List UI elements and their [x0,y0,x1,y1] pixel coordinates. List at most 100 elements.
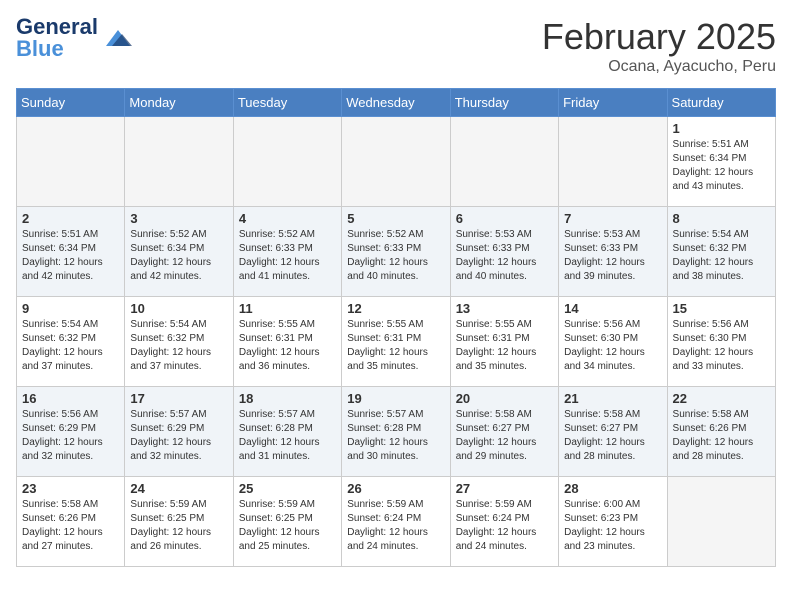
calendar-cell: 12 Sunrise: 5:55 AM Sunset: 6:31 PM Dayli… [342,297,450,387]
day-number: 7 [564,211,661,226]
calendar-cell: 19 Sunrise: 5:57 AM Sunset: 6:28 PM Dayli… [342,387,450,477]
calendar-cell: 5 Sunrise: 5:52 AM Sunset: 6:33 PM Daylig… [342,207,450,297]
calendar-cell [667,477,775,567]
calendar-cell: 9 Sunrise: 5:54 AM Sunset: 6:32 PM Daylig… [17,297,125,387]
day-info: Sunrise: 5:58 AM Sunset: 6:27 PM Dayligh… [456,408,553,464]
calendar-cell [559,117,667,207]
logo-blue-text: Blue [16,36,64,61]
calendar-header-row: SundayMondayTuesdayWednesdayThursdayFrid… [17,89,776,117]
title-area: February 2025 Ocana, Ayacucho, Peru [542,16,776,76]
day-info: Sunrise: 5:56 AM Sunset: 6:30 PM Dayligh… [564,318,661,374]
calendar-week-4: 16Sunrise: 5:56 AM Sunset: 6:29 PM Dayli… [17,387,776,477]
day-info: Sunrise: 5:52 AM Sunset: 6:34 PM Dayligh… [130,228,227,284]
day-info: Sunrise: 5:53 AM Sunset: 6:33 PM Dayligh… [456,228,553,284]
day-info: Sunrise: 5:51 AM Sunset: 6:34 PM Dayligh… [673,138,770,194]
weekday-header-tuesday: Tuesday [233,89,341,117]
calendar-cell: 23 Sunrise: 5:58 AM Sunset: 6:26 PM Dayli… [17,477,125,567]
day-info: Sunrise: 6:00 AM Sunset: 6:23 PM Dayligh… [564,498,661,554]
day-number: 18 [239,391,336,406]
day-info: Sunrise: 5:59 AM Sunset: 6:24 PM Dayligh… [347,498,444,554]
day-number: 21 [564,391,661,406]
calendar-cell: 8 Sunrise: 5:54 AM Sunset: 6:32 PM Daylig… [667,207,775,297]
day-number: 23 [22,481,119,496]
day-number: 14 [564,301,661,316]
day-number: 22 [673,391,770,406]
calendar-week-2: 2Sunrise: 5:51 AM Sunset: 6:34 PM Daylig… [17,207,776,297]
day-info: Sunrise: 5:54 AM Sunset: 6:32 PM Dayligh… [130,318,227,374]
day-number: 6 [456,211,553,226]
calendar-cell: 25Sunrise: 5:59 AM Sunset: 6:25 PM Dayli… [233,477,341,567]
calendar-cell [125,117,233,207]
day-info: Sunrise: 5:57 AM Sunset: 6:28 PM Dayligh… [239,408,336,464]
day-info: Sunrise: 5:58 AM Sunset: 6:26 PM Dayligh… [22,498,119,554]
day-info: Sunrise: 5:51 AM Sunset: 6:34 PM Dayligh… [22,228,119,284]
day-info: Sunrise: 5:52 AM Sunset: 6:33 PM Dayligh… [239,228,336,284]
day-info: Sunrise: 5:59 AM Sunset: 6:24 PM Dayligh… [456,498,553,554]
calendar-cell: 27 Sunrise: 5:59 AM Sunset: 6:24 PM Dayli… [450,477,558,567]
calendar-cell: 2Sunrise: 5:51 AM Sunset: 6:34 PM Daylig… [17,207,125,297]
day-number: 28 [564,481,661,496]
day-info: Sunrise: 5:55 AM Sunset: 6:31 PM Dayligh… [456,318,553,374]
logo-text: General Blue [16,16,98,60]
calendar-table: SundayMondayTuesdayWednesdayThursdayFrid… [16,88,776,567]
month-title: February 2025 [542,16,776,58]
weekday-header-thursday: Thursday [450,89,558,117]
calendar-cell: 18 Sunrise: 5:57 AM Sunset: 6:28 PM Dayli… [233,387,341,477]
calendar-cell: 15 Sunrise: 5:56 AM Sunset: 6:30 PM Dayli… [667,297,775,387]
location: Ocana, Ayacucho, Peru [542,58,776,76]
day-number: 19 [347,391,444,406]
day-number: 10 [130,301,227,316]
day-info: Sunrise: 5:56 AM Sunset: 6:29 PM Dayligh… [22,408,119,464]
day-number: 3 [130,211,227,226]
day-info: Sunrise: 5:55 AM Sunset: 6:31 PM Dayligh… [239,318,336,374]
calendar-cell [17,117,125,207]
calendar-cell: 20 Sunrise: 5:58 AM Sunset: 6:27 PM Dayli… [450,387,558,477]
day-info: Sunrise: 5:58 AM Sunset: 6:27 PM Dayligh… [564,408,661,464]
day-number: 13 [456,301,553,316]
day-number: 1 [673,121,770,136]
day-number: 8 [673,211,770,226]
day-number: 5 [347,211,444,226]
calendar-cell [342,117,450,207]
calendar-cell: 28 Sunrise: 6:00 AM Sunset: 6:23 PM Dayli… [559,477,667,567]
calendar-cell: 22 Sunrise: 5:58 AM Sunset: 6:26 PM Dayli… [667,387,775,477]
weekday-header-monday: Monday [125,89,233,117]
day-info: Sunrise: 5:59 AM Sunset: 6:25 PM Dayligh… [130,498,227,554]
calendar-cell: 7 Sunrise: 5:53 AM Sunset: 6:33 PM Daylig… [559,207,667,297]
calendar-cell: 13 Sunrise: 5:55 AM Sunset: 6:31 PM Dayli… [450,297,558,387]
day-number: 12 [347,301,444,316]
logo: General Blue [16,16,134,60]
day-info: Sunrise: 5:57 AM Sunset: 6:28 PM Dayligh… [347,408,444,464]
day-info: Sunrise: 5:56 AM Sunset: 6:30 PM Dayligh… [673,318,770,374]
day-info: Sunrise: 5:53 AM Sunset: 6:33 PM Dayligh… [564,228,661,284]
calendar-week-3: 9 Sunrise: 5:54 AM Sunset: 6:32 PM Daylig… [17,297,776,387]
calendar-cell: 6 Sunrise: 5:53 AM Sunset: 6:33 PM Daylig… [450,207,558,297]
weekday-header-wednesday: Wednesday [342,89,450,117]
day-number: 11 [239,301,336,316]
calendar-cell: 21 Sunrise: 5:58 AM Sunset: 6:27 PM Dayli… [559,387,667,477]
calendar-cell: 26Sunrise: 5:59 AM Sunset: 6:24 PM Dayli… [342,477,450,567]
calendar-cell: 10 Sunrise: 5:54 AM Sunset: 6:32 PM Dayli… [125,297,233,387]
day-info: Sunrise: 5:55 AM Sunset: 6:31 PM Dayligh… [347,318,444,374]
weekday-header-sunday: Sunday [17,89,125,117]
calendar-cell: 14 Sunrise: 5:56 AM Sunset: 6:30 PM Dayli… [559,297,667,387]
day-number: 15 [673,301,770,316]
day-info: Sunrise: 5:52 AM Sunset: 6:33 PM Dayligh… [347,228,444,284]
calendar-cell: 4 Sunrise: 5:52 AM Sunset: 6:33 PM Daylig… [233,207,341,297]
day-info: Sunrise: 5:54 AM Sunset: 6:32 PM Dayligh… [673,228,770,284]
day-number: 24 [130,481,227,496]
calendar-cell [450,117,558,207]
calendar-cell: 24 Sunrise: 5:59 AM Sunset: 6:25 PM Dayli… [125,477,233,567]
weekday-header-friday: Friday [559,89,667,117]
day-number: 27 [456,481,553,496]
day-info: Sunrise: 5:58 AM Sunset: 6:26 PM Dayligh… [673,408,770,464]
day-number: 20 [456,391,553,406]
calendar-cell [233,117,341,207]
logo-icon [102,26,134,50]
day-number: 9 [22,301,119,316]
calendar-cell: 16Sunrise: 5:56 AM Sunset: 6:29 PM Dayli… [17,387,125,477]
day-info: Sunrise: 5:54 AM Sunset: 6:32 PM Dayligh… [22,318,119,374]
day-number: 4 [239,211,336,226]
calendar-cell: 11 Sunrise: 5:55 AM Sunset: 6:31 PM Dayli… [233,297,341,387]
day-number: 17 [130,391,227,406]
